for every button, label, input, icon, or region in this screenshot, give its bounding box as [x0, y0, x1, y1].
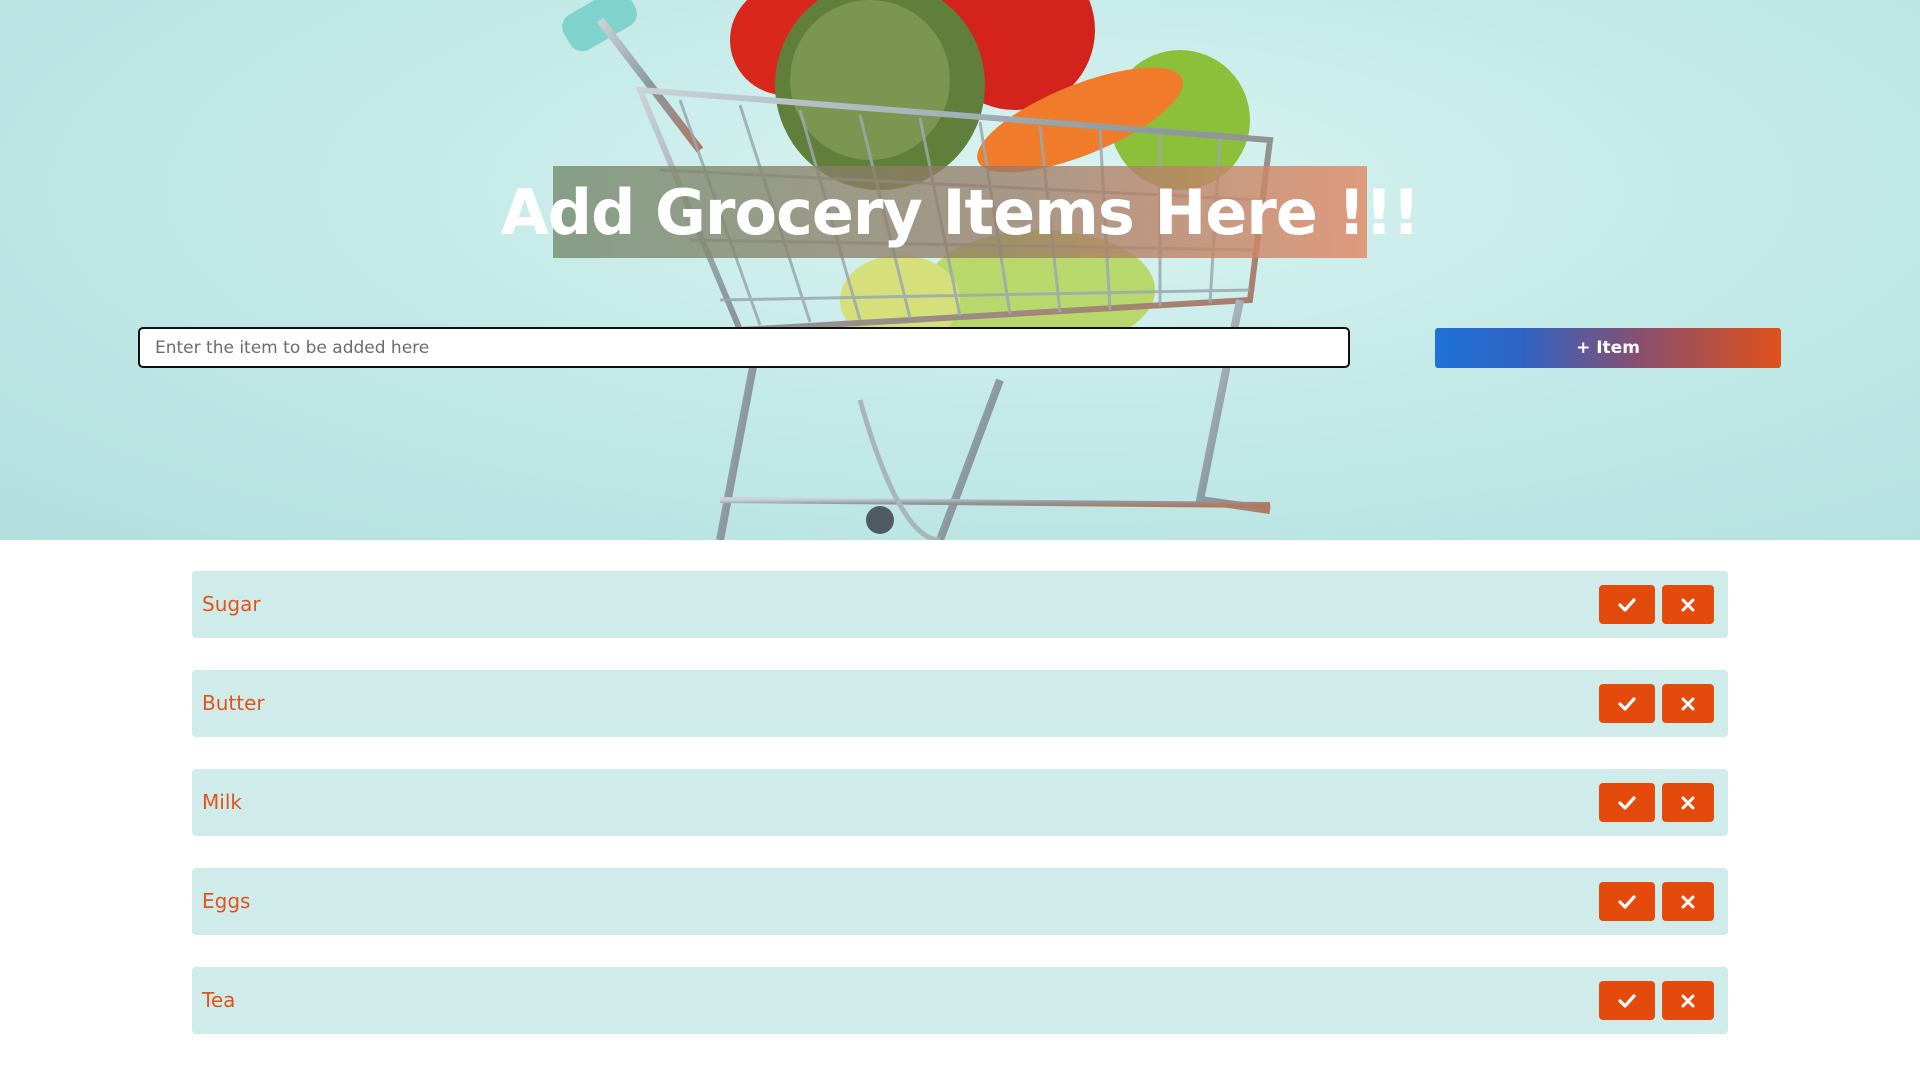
close-icon	[1681, 994, 1695, 1007]
delete-button[interactable]	[1662, 684, 1714, 723]
item-input[interactable]	[138, 327, 1350, 368]
grocery-list: Sugar Butter Milk Eggs Tea	[192, 571, 1728, 1066]
check-icon	[1618, 597, 1636, 612]
list-item: Eggs	[192, 868, 1728, 935]
shopping-cart-illustration	[562, 0, 1274, 540]
page-title-banner: Add Grocery Items Here !!!	[501, 166, 1420, 258]
list-item-label: Tea	[202, 988, 236, 1012]
check-icon	[1618, 894, 1636, 909]
complete-button[interactable]	[1599, 981, 1655, 1020]
page-title: Add Grocery Items Here !!!	[500, 175, 1421, 249]
complete-button[interactable]	[1599, 684, 1655, 723]
delete-button[interactable]	[1662, 585, 1714, 624]
delete-button[interactable]	[1662, 882, 1714, 921]
close-icon	[1681, 796, 1695, 809]
complete-button[interactable]	[1599, 585, 1655, 624]
list-item-label: Milk	[202, 790, 242, 814]
delete-button[interactable]	[1662, 981, 1714, 1020]
list-item: Butter	[192, 670, 1728, 737]
list-item: Tea	[192, 967, 1728, 1034]
list-item-label: Eggs	[202, 889, 251, 913]
close-icon	[1681, 697, 1695, 710]
close-icon	[1681, 598, 1695, 611]
delete-button[interactable]	[1662, 783, 1714, 822]
list-item: Milk	[192, 769, 1728, 836]
list-item-label: Butter	[202, 691, 265, 715]
check-icon	[1618, 993, 1636, 1008]
close-icon	[1681, 895, 1695, 908]
complete-button[interactable]	[1599, 882, 1655, 921]
list-item: Sugar	[192, 571, 1728, 638]
check-icon	[1618, 795, 1636, 810]
add-item-button[interactable]: + Item	[1435, 328, 1781, 368]
list-item-label: Sugar	[202, 592, 261, 616]
hero-banner: Add Grocery Items Here !!! + Item	[0, 0, 1920, 540]
complete-button[interactable]	[1599, 783, 1655, 822]
check-icon	[1618, 696, 1636, 711]
